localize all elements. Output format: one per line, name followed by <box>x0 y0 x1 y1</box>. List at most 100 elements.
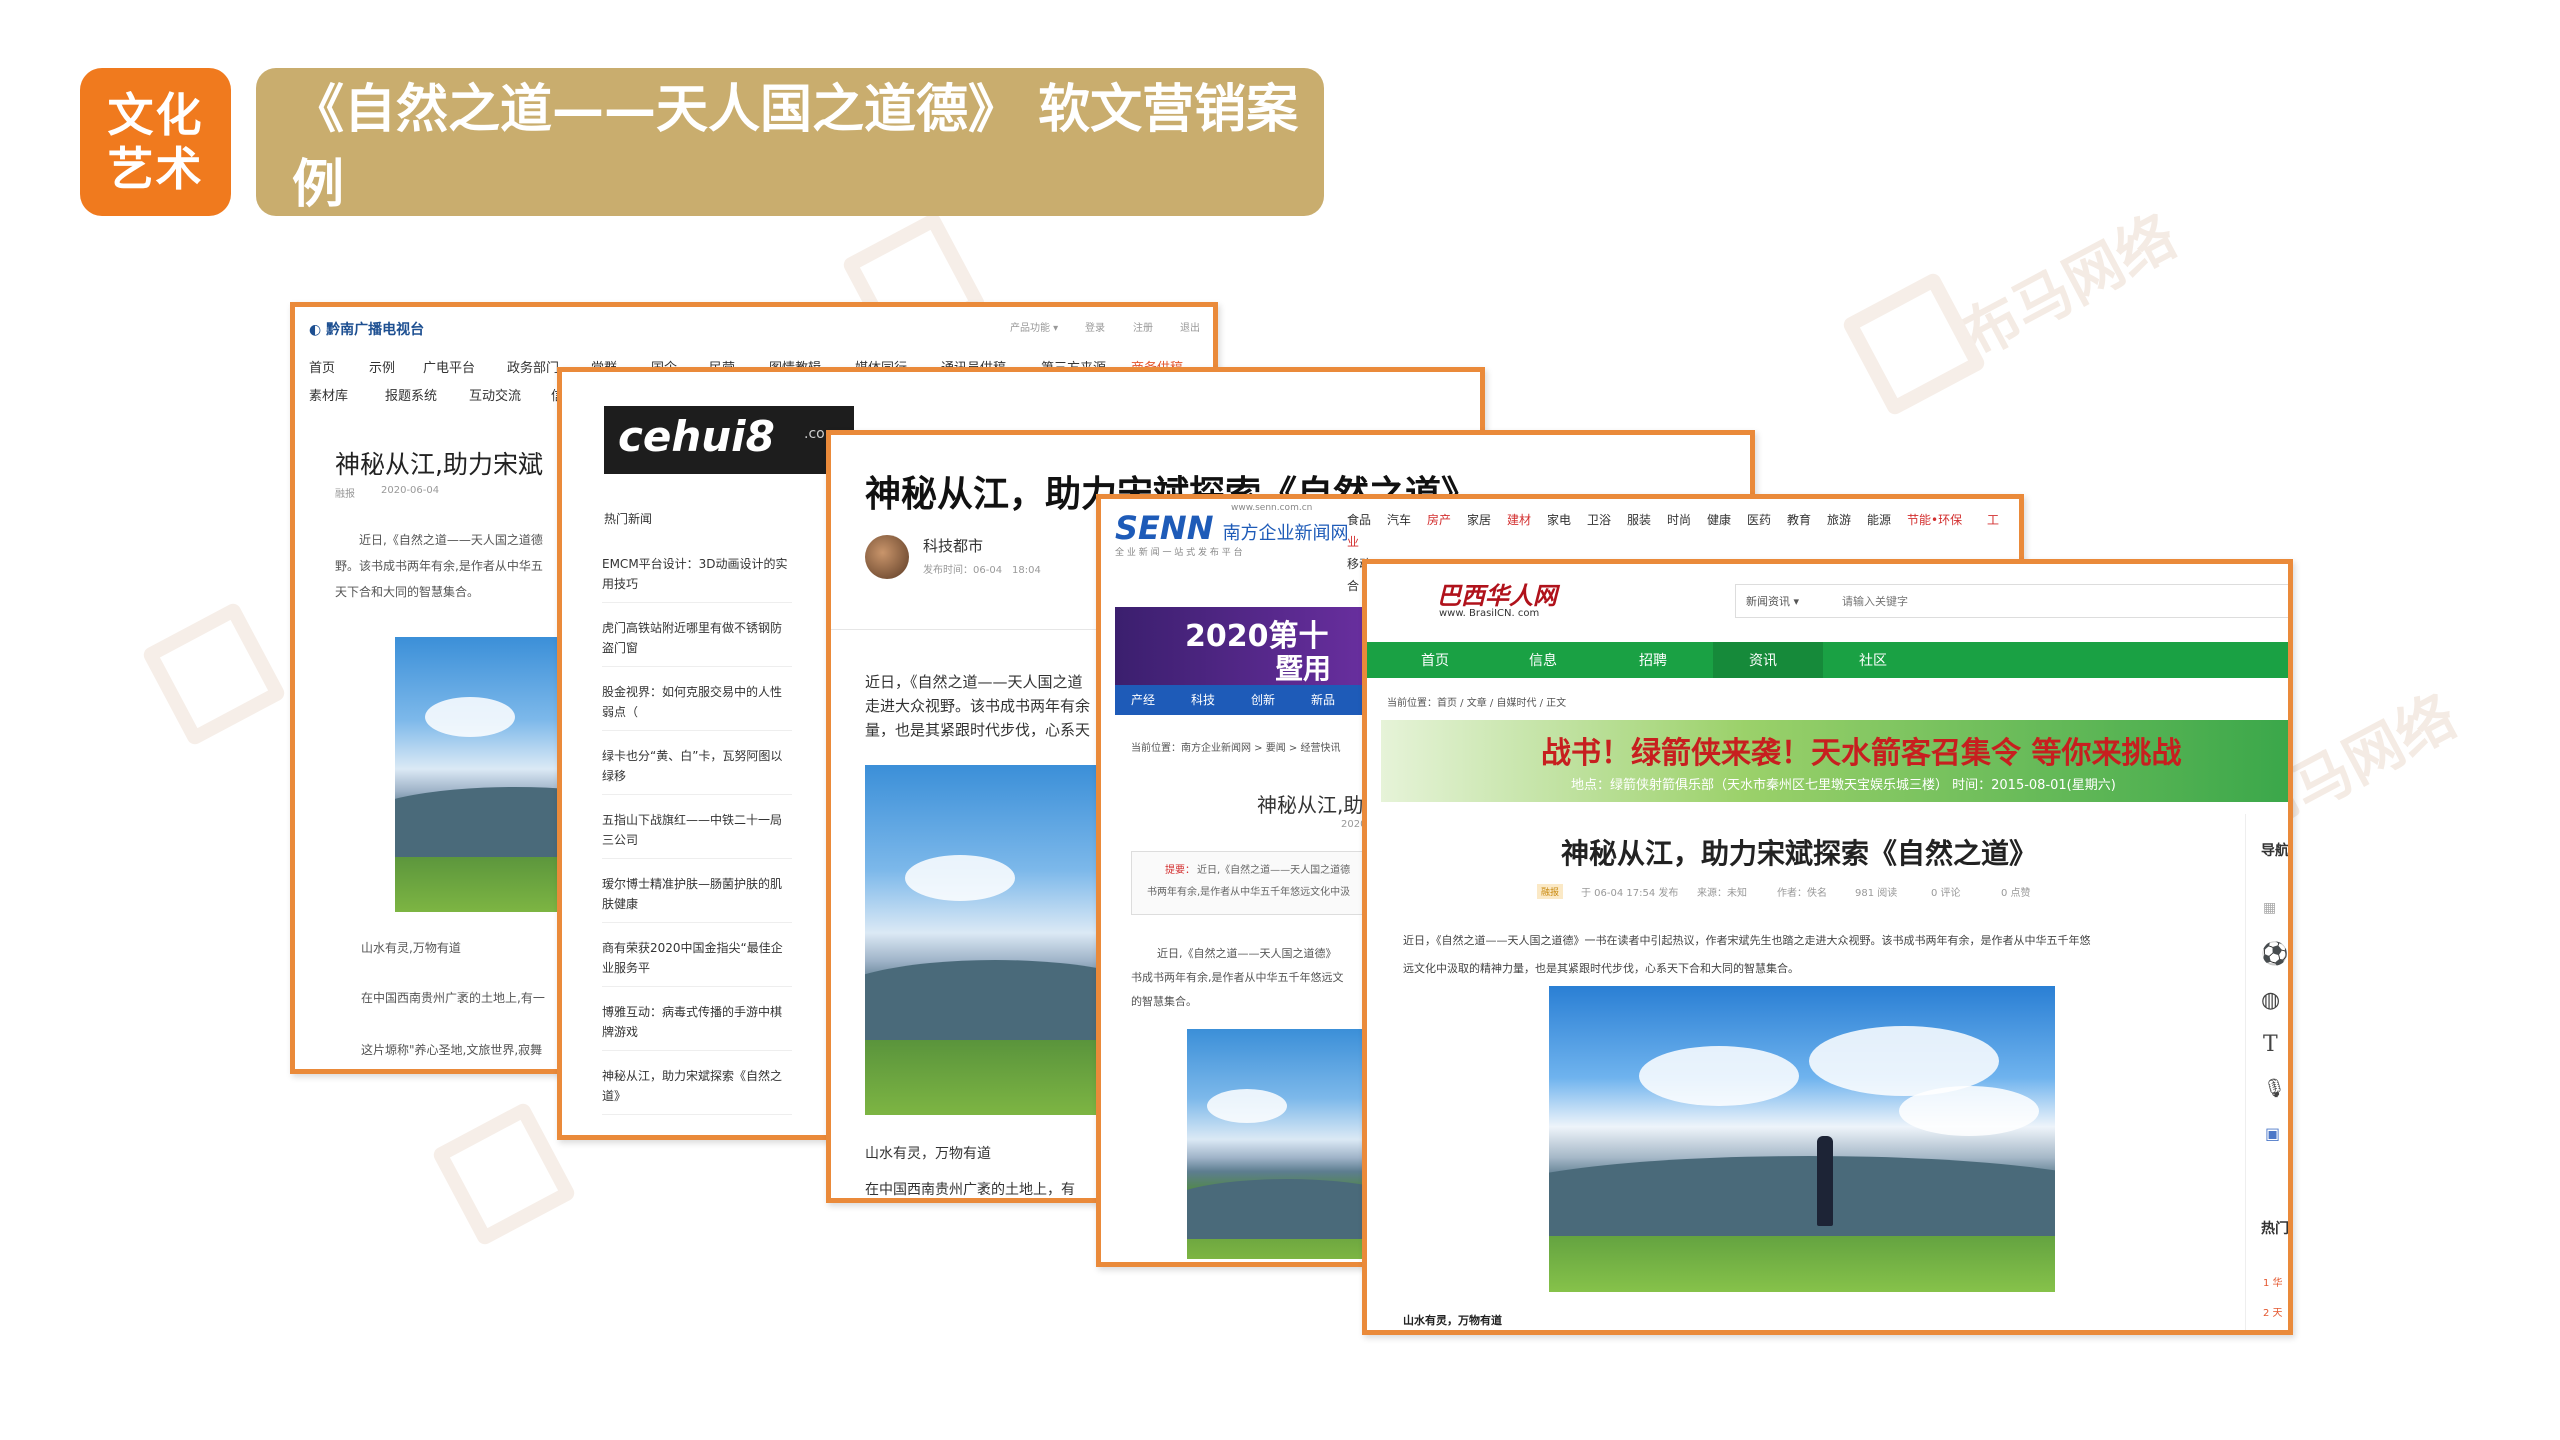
meta-comments: 0 评论 <box>1931 888 1961 899</box>
article-body-line: 近日,《自然之道——天人国之道德》 <box>1157 947 1337 960</box>
hot-news-heading: 热门新闻 <box>604 512 653 526</box>
top-link-login[interactable]: 登录 <box>1085 319 1105 334</box>
subnav-innovation[interactable]: 创新 <box>1251 691 1275 708</box>
category-badge: 文化 艺术 <box>80 68 231 216</box>
nav-home-living[interactable]: 家居 <box>1467 511 1491 528</box>
breadcrumb: 当前位置：首页 / 文章 / 自媒时代 / 正文 <box>1387 698 1567 709</box>
meta-reads: 981 阅读 <box>1855 888 1898 899</box>
photo-caption: 山水有灵，万物有道 <box>1403 1314 1502 1327</box>
page-title: 《自然之道——天人国之道德》 软文营销案例 <box>292 80 1299 215</box>
search-input[interactable] <box>1840 589 2264 613</box>
nav-industry[interactable]: 工 <box>1987 511 1999 528</box>
nav-side[interactable]: 合 <box>1347 577 1359 594</box>
article-body-line: 这片塬称"养心圣地,文旅世界,寂舞 <box>361 1043 543 1057</box>
news-list-item[interactable]: 神秘从江，助力宋斌探索《自然之道》 <box>602 1066 792 1115</box>
nav-medicine[interactable]: 医药 <box>1747 511 1771 528</box>
article-title: 神秘从江,助力宋斌 <box>335 450 543 479</box>
news-list-item[interactable]: 瑷尔博士精准护肤—肠菌护肤的肌肤健康 <box>602 874 792 923</box>
news-list-item[interactable]: 博雅互动：病毒式传播的手游中棋牌游戏 <box>602 1002 792 1051</box>
article-photo <box>865 765 1125 1115</box>
nav-health[interactable]: 健康 <box>1707 511 1731 528</box>
main-nav <box>1367 642 2288 678</box>
meta-likes: 0 点赞 <box>2001 888 2031 899</box>
nav-interaction[interactable]: 互动交流 <box>469 385 521 404</box>
nav-building[interactable]: 建材 <box>1507 511 1531 528</box>
globe-icon[interactable]: ◍ <box>2261 988 2280 1013</box>
nav-materials[interactable]: 素材库 <box>309 385 348 404</box>
summary-text: 书两年有余,是作者从中华五千年悠远文化中汲 <box>1147 887 1351 898</box>
nav-eco[interactable]: 节能•环保 <box>1907 511 1962 528</box>
news-list-item[interactable]: 股金视界：如何克服交易中的人性弱点（ <box>602 682 792 731</box>
nav-home[interactable]: 首页 <box>1421 650 1449 670</box>
author-name: 科技都市 <box>923 537 984 555</box>
site-url: www. BrasiICN. com <box>1439 608 1540 619</box>
text-icon[interactable]: T <box>2263 1032 2278 1057</box>
author-avatar <box>865 535 909 579</box>
search-category-select[interactable]: 新闻资讯 ▾ <box>1746 593 1799 609</box>
article-body-line: 的智慧集合。 <box>1131 995 1197 1008</box>
site-logo: SENN 南方企业新闻网 <box>1115 509 1349 547</box>
nav-community[interactable]: 社区 <box>1859 650 1887 670</box>
nav-side[interactable]: 业 <box>1347 533 1359 550</box>
nav-food[interactable]: 食品 <box>1347 511 1371 528</box>
subnav-industry[interactable]: 产经 <box>1131 691 1155 708</box>
screenshot-card-5: 巴西华人网 www. BrasiICN. com 新闻资讯 ▾ 首页 信息 招聘… <box>1362 559 2293 1335</box>
bookmark-icon[interactable]: ▣ <box>2265 1124 2280 1143</box>
site-url: www.senn.com.cn <box>1231 503 1313 513</box>
article-body-line: 走进大众视野。该书成书两年有余 <box>865 697 1091 715</box>
nav-home[interactable]: 首页 <box>309 357 335 376</box>
news-list-item[interactable]: 五指山下战旗红——中铁二十一局三公司 <box>602 810 792 859</box>
photo-caption: 山水有灵，万物有道 <box>865 1146 991 1162</box>
nav-news[interactable]: 资讯 <box>1749 650 1777 670</box>
article-body-line: 在中国西南贵州广袤的土地上,有一 <box>361 991 545 1005</box>
news-list-item[interactable]: EMCM平台设计：3D动画设计的实用技巧 <box>602 554 792 603</box>
article-body-line: 近日,《自然之道——天人国之道德 <box>359 533 543 547</box>
nav-clothing[interactable]: 服装 <box>1627 511 1651 528</box>
hot-list-item[interactable]: 2 天 <box>2263 1304 2283 1319</box>
top-link-register[interactable]: 注册 <box>1133 319 1153 334</box>
article-body-line: 在中国西南贵州广袤的土地上，有 <box>865 1182 1075 1198</box>
publish-time: 发布时间：06-04 18:04 <box>923 565 1041 576</box>
nav-travel[interactable]: 旅游 <box>1827 511 1851 528</box>
banner-line2: 暨用 <box>1275 652 1332 685</box>
event-banner: 2020第十 暨用 <box>1115 607 1375 685</box>
article-title: 神秘从江，助力宋斌探索《自然之道》 <box>1561 837 2038 870</box>
hot-list-item[interactable]: 1 华 <box>2263 1274 2283 1289</box>
article-body-line: 量，也是其紧跟时代步伐，心系天 <box>865 721 1091 739</box>
site-logo: ◐ 黔南广播电视台 <box>309 322 425 338</box>
ad-banner[interactable]: 战书！绿箭侠来袭！天水箭客召集令 等你来挑战 地点：绿箭侠射箭俱乐部（天水市秦州… <box>1381 720 2288 802</box>
news-list-item[interactable]: 虎门高铁站附近哪里有做不锈钢防盗门窗 <box>602 618 792 667</box>
meta-author: 作者：佚名 <box>1777 888 1827 899</box>
subnav-new-products[interactable]: 新品 <box>1311 691 1335 708</box>
nav-bath[interactable]: 卫浴 <box>1587 511 1611 528</box>
breadcrumb: 当前位置：南方企业新闻网 > 要闻 > 经营快讯 <box>1131 743 1341 754</box>
subnav-tech[interactable]: 科技 <box>1191 691 1215 708</box>
nav-appliance[interactable]: 家电 <box>1547 511 1571 528</box>
news-list-item[interactable]: 商有荣获2020中国金指尖“最佳企业服务平 <box>602 938 792 987</box>
meta-publish: 于 06-04 17:54 发布 <box>1581 888 1679 899</box>
nav-auto[interactable]: 汽车 <box>1387 511 1411 528</box>
top-link-products[interactable]: 产品功能 ▾ <box>1010 319 1058 334</box>
nav-realestate[interactable]: 房产 <box>1427 511 1451 528</box>
site-logo: cehui8 .com <box>604 406 854 474</box>
site-logo-text: SENN <box>1115 509 1214 547</box>
nav-example[interactable]: 示例 <box>369 357 395 376</box>
nav-fashion[interactable]: 时尚 <box>1667 511 1691 528</box>
news-list-item[interactable]: 绿卡也分“黄、白”卡，瓦努阿图以绿移 <box>602 746 792 795</box>
football-icon[interactable]: ⚽ <box>2261 942 2288 967</box>
article-body-line: 书成书两年有余,是作者从中华五千年悠远文 <box>1131 971 1344 984</box>
grid-icon[interactable]: ▦ <box>2263 900 2276 916</box>
nav-info[interactable]: 信息 <box>1529 650 1557 670</box>
nav-broadcast[interactable]: 广电平台 <box>423 357 475 376</box>
ad-subline: 地点：绿箭侠射箭俱乐部（天水市秦州区七里墩天宝娱乐城三楼） 时间：2015-08… <box>1571 778 2116 793</box>
top-link-logout[interactable]: 退出 <box>1180 319 1200 334</box>
microphone-icon[interactable]: 🎙 <box>2263 1078 2286 1099</box>
sidebar-nav-heading: 导航 <box>2261 843 2289 859</box>
nav-government[interactable]: 政务部门 <box>507 357 559 376</box>
summary-text: 近日,《自然之道——天人国之道德 <box>1197 865 1351 876</box>
person-figure <box>1817 1136 1833 1226</box>
nav-jobs[interactable]: 招聘 <box>1639 650 1667 670</box>
nav-education[interactable]: 教育 <box>1787 511 1811 528</box>
nav-energy[interactable]: 能源 <box>1867 511 1891 528</box>
nav-report[interactable]: 报题系统 <box>385 385 437 404</box>
